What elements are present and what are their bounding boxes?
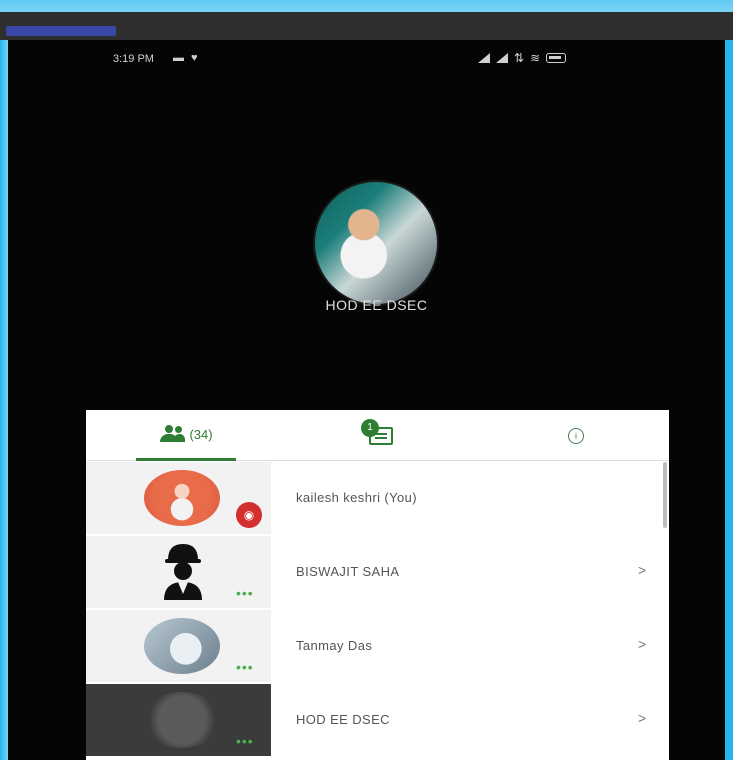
more-dots-icon: ••• [236, 659, 254, 675]
participants-count: (34) [189, 426, 213, 442]
avatar [144, 618, 220, 674]
status-time: 3:19 PM [113, 53, 154, 65]
battery-icon [546, 53, 567, 63]
chevron-right-icon[interactable]: > [638, 710, 646, 726]
signal-icon [496, 53, 508, 63]
chevron-right-icon[interactable]: > [638, 636, 646, 652]
participant-thumb: ••• [86, 536, 271, 608]
participant-thumb: ••• [86, 610, 271, 682]
list-scrollbar[interactable] [663, 462, 667, 528]
tab-chat[interactable] [341, 410, 421, 461]
data-icon: ⇅ [514, 51, 525, 65]
participant-row-self[interactable]: ◉ kailesh keshri (You) [86, 462, 669, 534]
worker-avatar-icon [164, 544, 202, 600]
participants-icon [159, 425, 186, 443]
participant-list: ◉ kailesh keshri (You) ••• BISWAJIT SAHA [86, 462, 669, 760]
status-right-icons: ⇅ ≋ [478, 51, 567, 65]
notification-icons: ▬ ♥ [173, 52, 200, 64]
tab-participants[interactable]: (34) [136, 410, 236, 461]
more-dots-icon: ••• [236, 733, 254, 749]
corner-tag [6, 26, 116, 36]
avatar [144, 692, 220, 748]
participant-row[interactable]: ••• HOD EE DSEC > [86, 684, 669, 756]
panel-tabs: (34) 1 i [86, 410, 669, 461]
participant-row[interactable]: ••• BISWAJIT SAHA > [86, 536, 669, 608]
active-speaker-name: HOD EE DSEC [325, 297, 428, 313]
recording-icon: ◉ [236, 502, 262, 528]
active-speaker-avatar [313, 180, 439, 306]
participant-name: Tanmay Das [296, 638, 373, 653]
participant-name: HOD EE DSEC [296, 712, 390, 727]
participant-row[interactable]: ••• Tanmay Das > [86, 610, 669, 682]
wifi-icon: ≋ [530, 51, 541, 65]
participants-panel: (34) 1 i ◉ kailesh keshri (You) ••• BISW… [86, 410, 669, 760]
info-icon: i [568, 427, 584, 444]
phone-screen: 3:19 PM ▬ ♥ ⇅ ≋ HOD EE DSEC (34) 1 i ◉ k… [8, 40, 725, 760]
chevron-right-icon[interactable]: > [638, 562, 646, 578]
avatar [144, 470, 220, 526]
participant-name: BISWAJIT SAHA [296, 564, 400, 579]
signal-icon [478, 53, 490, 63]
participant-thumb: ••• [86, 684, 271, 756]
participant-name: kailesh keshri (You) [296, 490, 417, 505]
more-dots-icon: ••• [236, 585, 254, 601]
participant-thumb: ◉ [86, 462, 271, 534]
tab-info[interactable]: i [546, 410, 606, 461]
chat-unread-badge: 1 [361, 419, 379, 437]
status-bar: 3:19 PM ▬ ♥ ⇅ ≋ [8, 50, 725, 72]
